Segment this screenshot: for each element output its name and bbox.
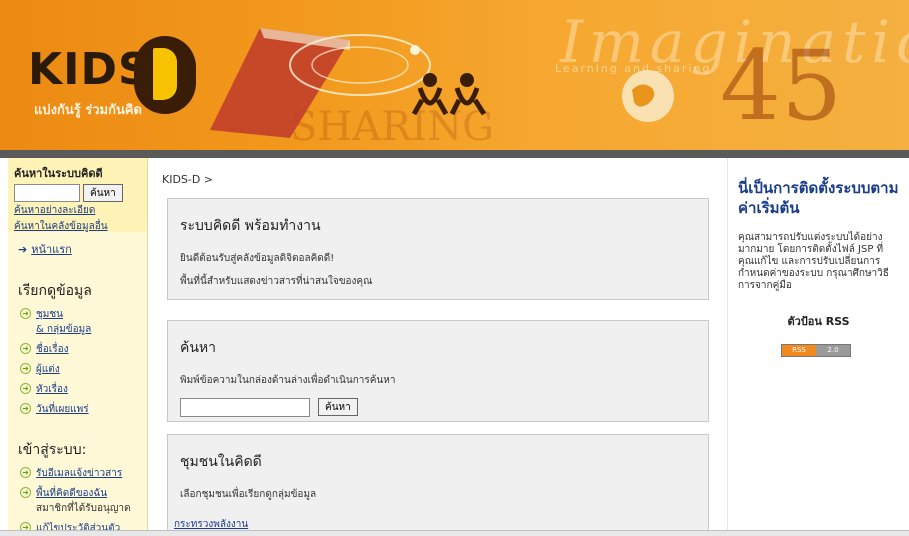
browse-heading: เรียกดูข้อมูล <box>18 283 92 299</box>
sidebar-search-button[interactable]: ค้นหา <box>83 184 123 202</box>
right-sidebar-text: คุณสามารถปรับแต่งระบบได้อย่างมากมาย โดยก… <box>738 232 889 291</box>
horizontal-scrollbar[interactable] <box>0 530 909 536</box>
right-sidebar: นี่เป็นการติดตั้งระบบตามค่าเริ่มต้น คุณส… <box>727 158 909 536</box>
sidebar-search-input[interactable] <box>14 184 80 202</box>
login-item-sublabel: สมาชิกที่ได้รับอนุญาต <box>36 503 131 514</box>
search-other-repos-link[interactable]: ค้นหาในคลังข้อมูลอื่น <box>14 219 141 234</box>
search-box: ค้นหา พิมพ์ข้อความในกล่องด้านล่างเพื่อดำ… <box>167 320 709 422</box>
communities-box-desc: เลือกชุมชนเพื่อเรียกดูกลุ่มข้อมูล <box>180 489 317 500</box>
main-search-input[interactable] <box>180 398 310 417</box>
home-link[interactable]: หน้าแรก <box>31 243 72 256</box>
site-logo-text: KIDS <box>28 44 151 95</box>
login-list: ➜ รับอีเมลแจ้งข่าวสาร ➜ พื้นที่คิดดีของฉัน… <box>20 466 147 536</box>
browse-item-label[interactable]: วันที่เผยแพร่ <box>36 402 89 417</box>
advanced-search-link[interactable]: ค้นหาอย่างละเอียด <box>14 203 141 218</box>
login-item-mykids[interactable]: ➜ พื้นที่คิดดีของฉันสมาชิกที่ได้รับอนุญาต <box>20 486 147 516</box>
circle-arrow-icon: ➜ <box>20 403 31 414</box>
login-item-label[interactable]: พื้นที่คิดดีของฉัน <box>36 488 107 499</box>
rss-feeds-label: ตัวป้อน RSS <box>787 315 850 328</box>
dancing-figures-icon <box>412 73 487 116</box>
browse-item-label[interactable]: ชื่อเรื่อง <box>36 342 68 357</box>
browse-item-dates[interactable]: ➜ วันที่เผยแพร่ <box>20 402 147 417</box>
login-item-alerts[interactable]: ➜ รับอีเมลแจ้งข่าวสาร <box>20 466 147 481</box>
banner-divider <box>0 150 909 158</box>
site-tagline: แบ่งกันรู้ ร่วมกันคิด <box>34 103 142 118</box>
circle-arrow-icon: ➜ <box>20 383 31 394</box>
search-box-desc: พิมพ์ข้อความในกล่องด้านล่างเพื่อดำเนินกา… <box>180 375 396 386</box>
circle-arrow-icon: ➜ <box>20 467 31 478</box>
news-box: ระบบคิดดี พร้อมทำงาน ยินดีต้อนรับสู่คลัง… <box>167 198 709 300</box>
communities-box: ชุมชนในคิดดี เลือกชุมชนเพื่อเรียกดูกลุ่ม… <box>167 434 709 536</box>
sidebar-search-title: ค้นหาในระบบคิดดี <box>14 167 103 180</box>
globe-icon <box>622 70 674 122</box>
browse-item-label[interactable]: หัวเรื่อง <box>36 382 68 397</box>
sidebar-search-box: ค้นหาในระบบคิดดี ค้นหา ค้นหาอย่างละเอียด… <box>8 158 147 232</box>
browse-item-communities[interactable]: ➜ ชุมชน & กลุ่มข้อมูล <box>20 307 147 337</box>
browse-list: ➜ ชุมชน & กลุ่มข้อมูล ➜ ชื่อเรื่อง ➜ ผู้แต่ง… <box>20 307 147 417</box>
main-content: KIDS-D > ระบบคิดดี พร้อมทำงาน ยินดีต้อนร… <box>150 158 727 536</box>
rss-badge-left: RSS <box>782 345 816 356</box>
page: { "banner": { "logo_text": "KIDS", "tagl… <box>0 0 909 536</box>
browse-item-sublabel[interactable]: & กลุ่มข้อมูล <box>36 322 91 337</box>
breadcrumb: KIDS-D > <box>162 173 214 186</box>
right-sidebar-title: นี่เป็นการติดตั้งระบบตามค่าเริ่มต้น <box>738 179 899 217</box>
login-heading: เข้าสู่ระบบ: <box>18 442 87 458</box>
browse-item-authors[interactable]: ➜ ผู้แต่ง <box>20 362 147 377</box>
site-banner: Imagination Learning and sharing SHARING… <box>0 0 909 150</box>
rss-feed-button[interactable]: RSS 2.0 <box>781 344 851 357</box>
banner-decor-numbers: 45 <box>720 30 843 142</box>
browse-item-label[interactable]: ชุมชน <box>36 309 63 320</box>
login-item-label[interactable]: รับอีเมลแจ้งข่าวสาร <box>36 466 122 481</box>
main-search-button[interactable]: ค้นหา <box>318 398 358 416</box>
arrow-right-icon: ➔ <box>18 243 28 256</box>
browse-item-subjects[interactable]: ➜ หัวเรื่อง <box>20 382 147 397</box>
circle-arrow-icon: ➜ <box>20 343 31 354</box>
browse-item-label[interactable]: ผู้แต่ง <box>36 362 60 377</box>
news-box-line1: ยินดีต้อนรับสู่คลังข้อมูลดิจิตอลคิดดี! <box>180 253 335 264</box>
browse-item-titles[interactable]: ➜ ชื่อเรื่อง <box>20 342 147 357</box>
home-nav: ➔ หน้าแรก <box>18 240 147 258</box>
communities-box-title: ชุมชนในคิดดี <box>180 454 262 470</box>
circle-arrow-icon: ➜ <box>20 487 31 498</box>
circle-arrow-icon: ➜ <box>20 308 31 319</box>
search-box-title: ค้นหา <box>180 340 217 356</box>
news-box-line2: พื้นที่นี้สำหรับแสดงข่าวสารที่น่าสนใจของ… <box>180 276 373 287</box>
circle-arrow-icon: ➜ <box>20 363 31 374</box>
news-box-title: ระบบคิดดี พร้อมทำงาน <box>180 218 321 234</box>
rss-badge-right: 2.0 <box>816 345 850 356</box>
site-logo-d-icon <box>134 36 196 114</box>
left-sidebar: ค้นหาในระบบคิดดี ค้นหา ค้นหาอย่างละเอียด… <box>8 158 148 536</box>
